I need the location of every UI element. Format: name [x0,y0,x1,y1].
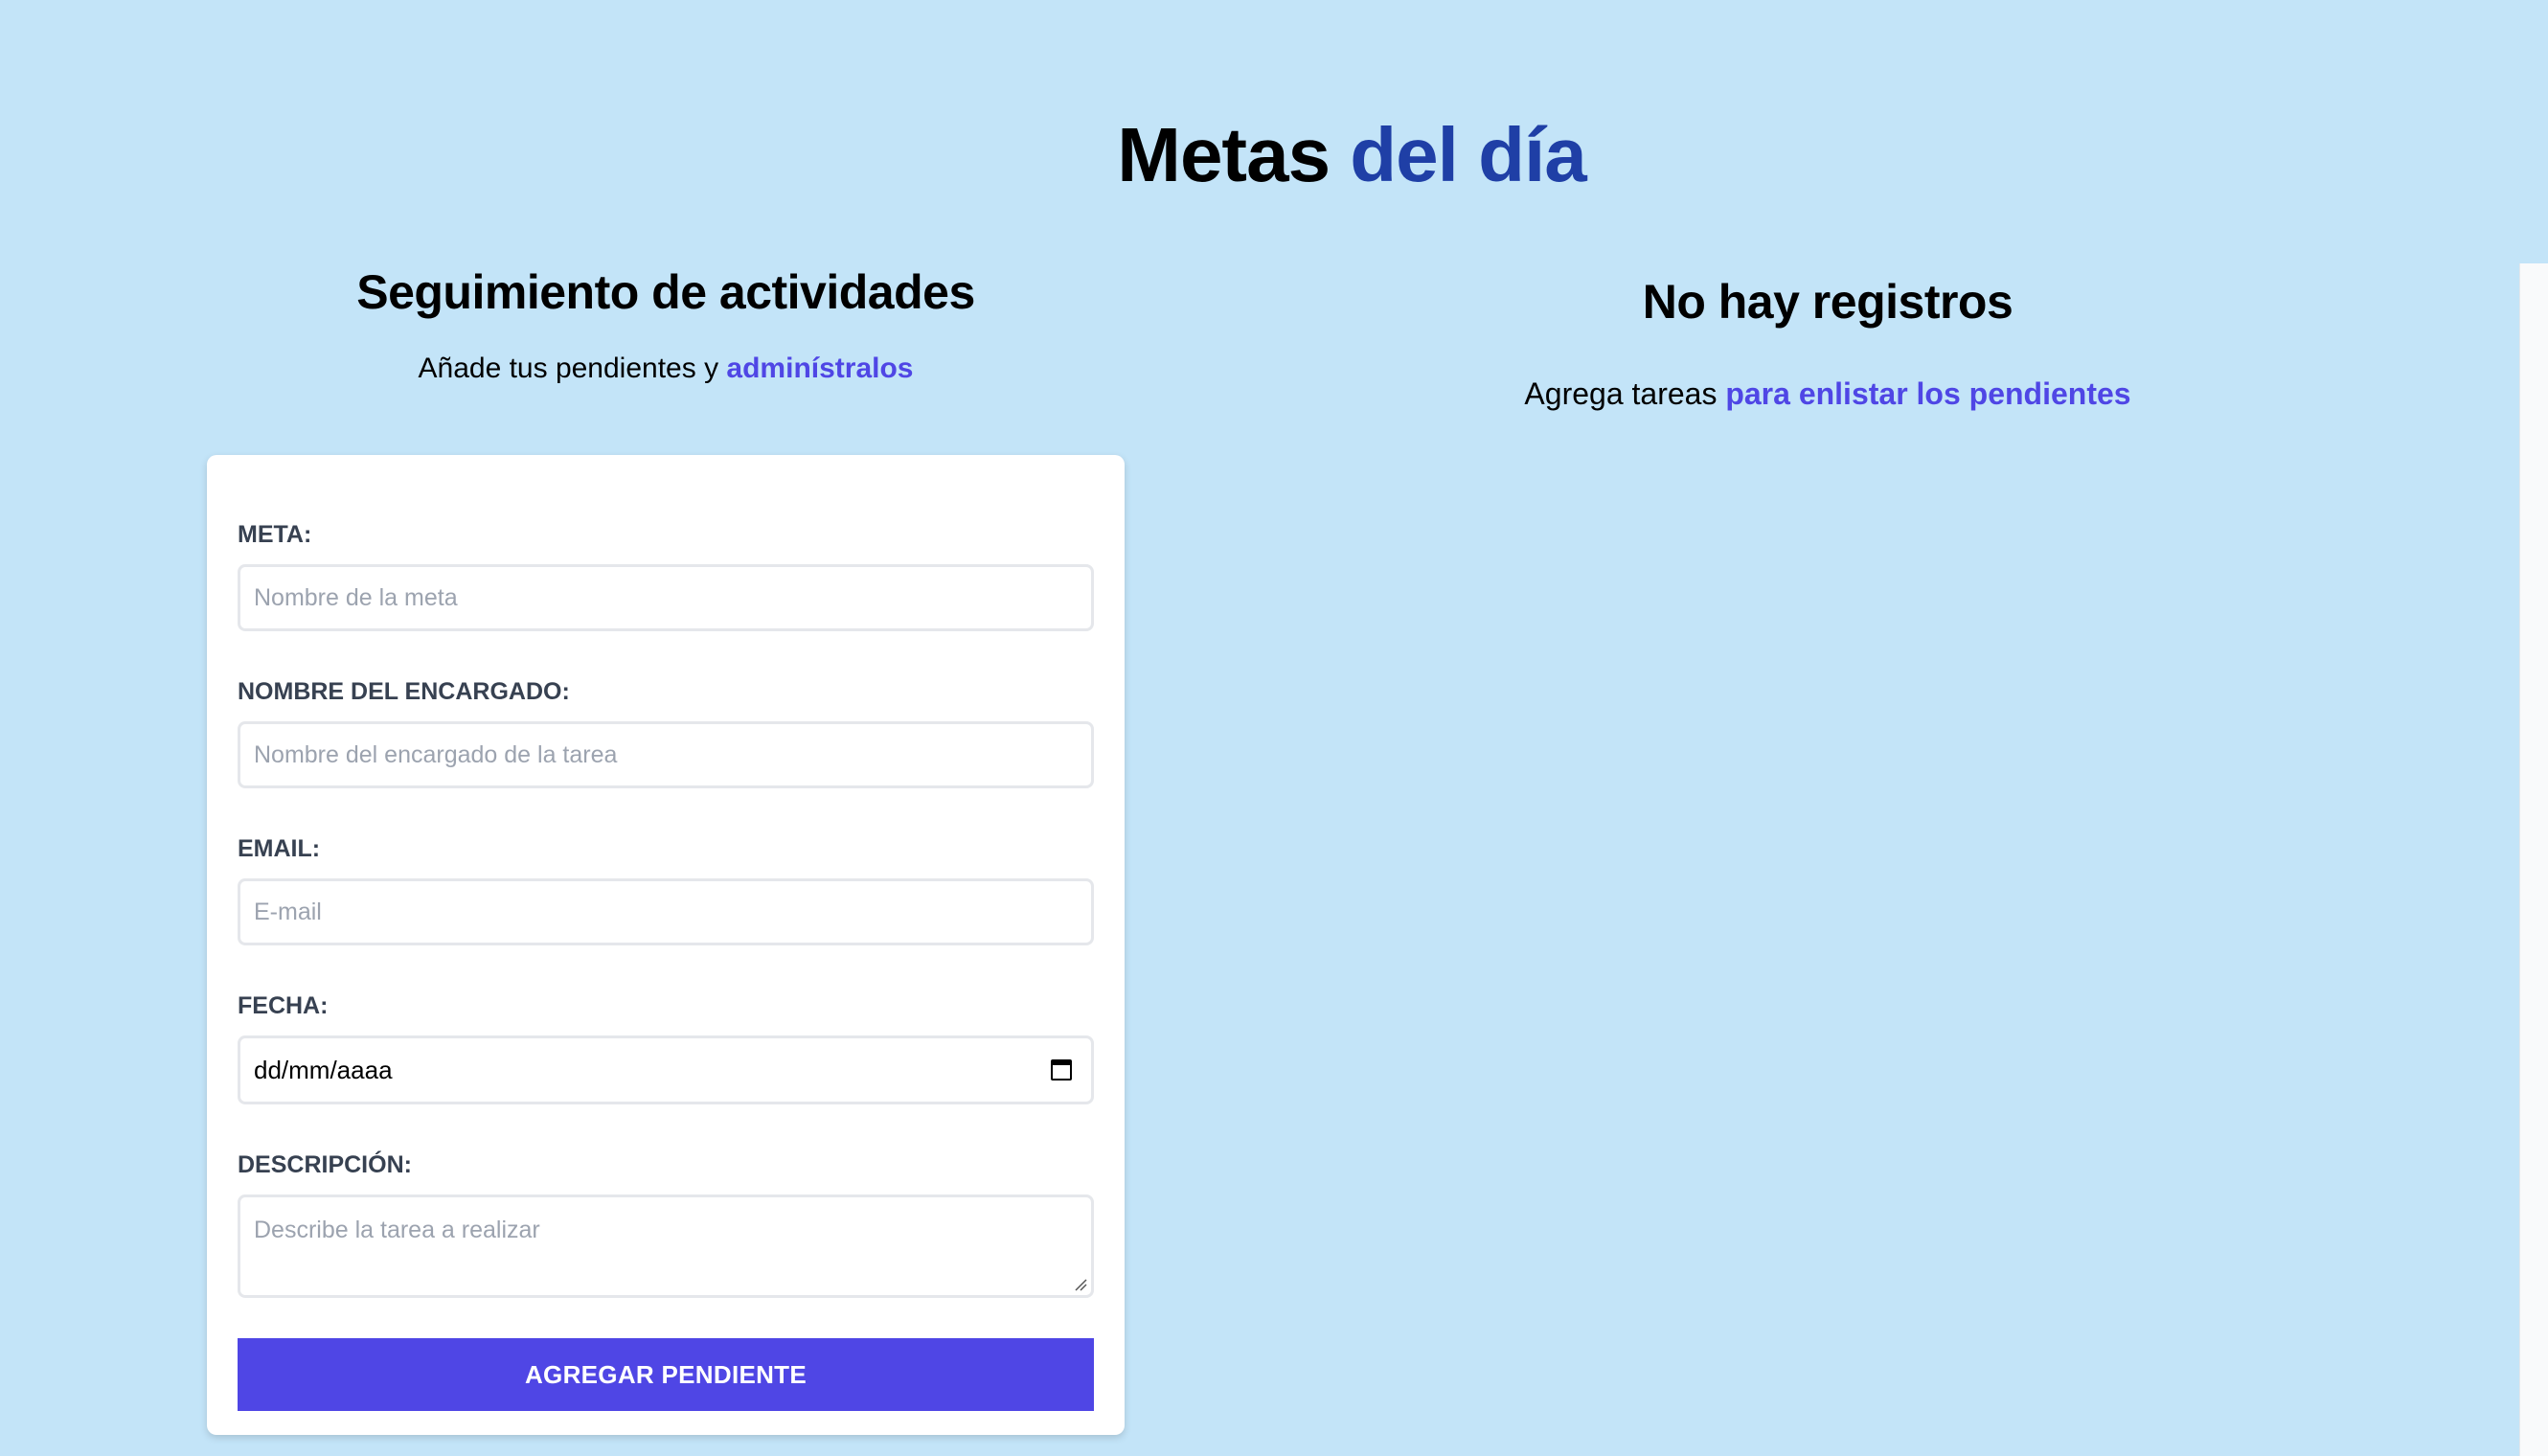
list-subtitle-accent: para enlistar los pendientes [1725,376,2131,411]
meta-placeholder: Nombre de la meta [254,583,458,611]
agregar-pendiente-button[interactable]: AGREGAR PENDIENTE [238,1338,1094,1411]
title-main: Metas [1117,112,1331,197]
list-section: No hay registros Agrega tareas para enli… [1188,268,2468,414]
task-form: META: Nombre de la meta NOMBRE DEL ENCAR… [207,455,1125,1435]
email-placeholder: E-mail [254,898,322,925]
form-section-subtitle: Añade tus pendientes y adminístralos [207,349,1125,389]
list-section-subtitle: Agrega tareas para enlistar los pendient… [1188,374,2468,414]
meta-label: META: [238,521,312,548]
fecha-placeholder: dd/mm/aaaa [254,1055,393,1084]
descripcion-placeholder: Describe la tarea a realizar [254,1217,540,1243]
email-input[interactable]: E-mail [238,878,1094,945]
encargado-label: NOMBRE DEL ENCARGADO: [238,678,570,705]
list-subtitle-text: Agrega tareas [1524,376,1718,411]
list-section-title: No hay registros [1642,275,2013,329]
list-scrollbar[interactable] [2519,263,2548,1456]
encargado-placeholder: Nombre del encargado de la tarea [254,740,618,768]
page-title: Metas del día [0,107,2548,203]
title-accent: del día [1350,112,1586,197]
form-section-title: Seguimiento de actividades [356,265,975,319]
email-label: EMAIL: [238,835,321,862]
form-section-header: Seguimiento de actividades Añade tus pen… [207,259,1125,389]
fecha-input[interactable]: dd/mm/aaaa [238,1035,1094,1104]
form-subtitle-text: Añade tus pendientes y [418,353,719,384]
meta-input[interactable]: Nombre de la meta [238,564,1094,631]
calendar-icon[interactable] [1051,1059,1072,1081]
encargado-input[interactable]: Nombre del encargado de la tarea [238,721,1094,788]
fecha-label: FECHA: [238,992,329,1019]
resize-handle-icon[interactable] [1072,1276,1087,1291]
descripcion-textarea[interactable]: Describe la tarea a realizar [238,1194,1094,1298]
form-subtitle-accent: adminístralos [726,353,914,384]
descripcion-label: DESCRIPCIÓN: [238,1151,412,1178]
